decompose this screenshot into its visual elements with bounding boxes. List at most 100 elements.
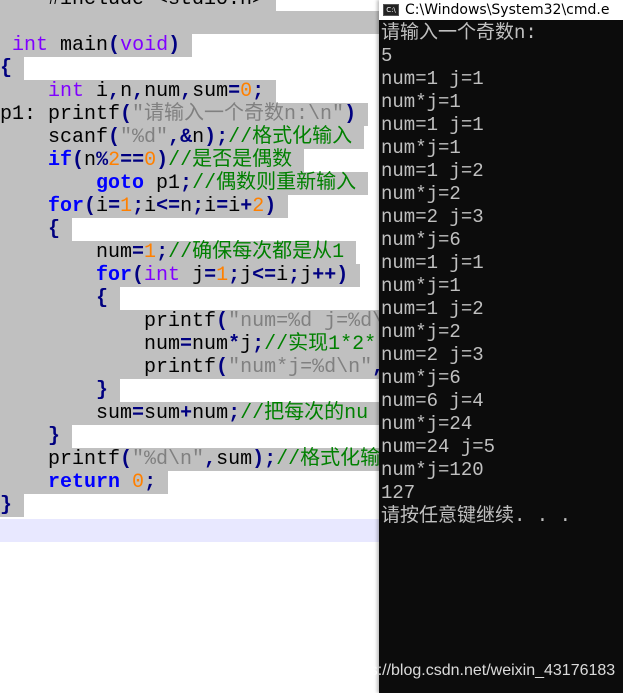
code-token-num: 1 xyxy=(144,241,157,264)
code-token-kw: for xyxy=(96,264,133,287)
code-token-op: , xyxy=(108,80,121,103)
code-token-type: void xyxy=(120,34,169,57)
code-token-num: 2 xyxy=(108,149,121,172)
code-token-op: ; xyxy=(288,264,301,287)
selection-highlight: #include <stdio.h> xyxy=(0,0,277,11)
console-line: num*j=120 xyxy=(381,459,484,481)
code-token-op: { xyxy=(0,57,13,80)
code-token-op: ( xyxy=(108,34,121,57)
selection-highlight: int main(void) xyxy=(0,34,193,57)
code-token-cmt: //实现1*2* xyxy=(264,333,377,356)
code-token-op: ( xyxy=(120,103,133,126)
selection-highlight: if(n%2==0)//是否是偶数 xyxy=(0,149,305,172)
console-line: num=1 j=2 xyxy=(381,298,484,320)
code-token-op: ; xyxy=(192,195,205,218)
code-token-str: "请输入一个奇数n:\n" xyxy=(132,103,345,126)
code-token-plain: i xyxy=(228,195,241,218)
selection-highlight: sum=sum+num;//把每次的nu xyxy=(0,402,381,425)
code-token-op: ( xyxy=(108,126,121,149)
console-line: 请输入一个奇数n: xyxy=(381,22,537,44)
code-token-op: <= xyxy=(156,195,181,218)
console-title: C:\Windows\System32\cmd.e xyxy=(405,2,610,18)
code-token-op: ; xyxy=(228,402,241,425)
code-token-type: int xyxy=(12,34,49,57)
code-token-op: = xyxy=(204,264,217,287)
code-token-kw: for xyxy=(48,195,85,218)
code-token-op: ; xyxy=(156,241,169,264)
console-line: num=24 j=5 xyxy=(381,436,496,458)
cmd-icon: C:\ xyxy=(383,4,399,16)
console-line: num=2 j=3 xyxy=(381,206,484,228)
code-token-plain: n xyxy=(84,149,97,172)
code-token-op: ++) xyxy=(312,264,349,287)
selection-highlight: for(int j=1;j<=i;j++) xyxy=(0,264,361,287)
code-token-op: } xyxy=(0,494,13,517)
code-token-op: { xyxy=(96,287,109,310)
selection-highlight: for(i=1;i<=n;i=i+2) xyxy=(0,195,289,218)
selection-highlight: int i,n,num,sum=0; xyxy=(0,80,277,103)
code-token-plain: n xyxy=(120,80,133,103)
code-token-op: } xyxy=(96,379,109,402)
code-token-kw: goto xyxy=(96,172,145,195)
code-token-op: % xyxy=(96,149,109,172)
code-token-plain: j xyxy=(240,264,253,287)
code-token-num: 0 xyxy=(240,80,253,103)
code-token-op: ) xyxy=(264,195,277,218)
code-token-op: ,& xyxy=(168,126,193,149)
selection-highlight: } xyxy=(0,425,73,448)
selection-highlight: } xyxy=(0,494,25,517)
code-token-op: ( xyxy=(216,356,229,379)
console-line: num*j=1 xyxy=(381,137,461,159)
code-token-op: ; xyxy=(252,80,265,103)
code-token-plain: sum xyxy=(0,402,133,425)
console-line: num*j=2 xyxy=(381,321,461,343)
code-token-op: = xyxy=(180,333,193,356)
code-token-plain: main xyxy=(48,34,109,57)
code-token-kw: if xyxy=(48,149,73,172)
console-line: 请按任意键继续. . . xyxy=(381,505,572,527)
code-token-op: ; xyxy=(252,333,265,356)
selection-highlight: { xyxy=(0,57,25,80)
code-token-plain: i xyxy=(204,195,217,218)
code-token-cmt: //把每次的nu xyxy=(240,402,369,425)
code-token-op: } xyxy=(48,425,61,448)
console-line: num*j=2 xyxy=(381,183,461,205)
code-token-op: * xyxy=(228,333,241,356)
console-title-bar[interactable]: C:\ C:\Windows\System32\cmd.e xyxy=(379,0,623,20)
selection-highlight: printf("num*j=%d\n", xyxy=(0,356,397,379)
code-token-cmt: //格式化输入 xyxy=(228,126,353,149)
selection-highlight: scanf("%d",&n);//格式化输入 xyxy=(0,126,365,149)
code-token-op: ) xyxy=(168,34,181,57)
code-token-str: "%d\n" xyxy=(132,448,205,471)
code-token-plain: j xyxy=(180,264,205,287)
code-token-op: ; xyxy=(132,195,145,218)
code-token-op: , xyxy=(180,80,193,103)
code-token-op: ( xyxy=(84,195,97,218)
selection-highlight: num=1;//确保每次都是从1 xyxy=(0,241,357,264)
console-line: num=1 j=1 xyxy=(381,114,484,136)
code-token-cmt: //是否是偶数 xyxy=(168,149,293,172)
code-token-op: + xyxy=(180,402,193,425)
code-token-plain: i xyxy=(96,195,109,218)
code-token-cmt: //偶数则重新输入 xyxy=(192,172,357,195)
console-line: num=1 j=1 xyxy=(381,68,484,90)
console-window[interactable]: C:\ C:\Windows\System32\cmd.e 请输入一个奇数n: 5… xyxy=(379,0,623,693)
code-token-plain: printf xyxy=(0,448,121,471)
code-token-op: = xyxy=(108,195,121,218)
code-token-op: + xyxy=(240,195,253,218)
code-token-plain: printf xyxy=(0,356,217,379)
code-token-plain: num xyxy=(0,333,181,356)
code-token-plain: num xyxy=(192,333,229,356)
code-token-str: "num*j=%d\n" xyxy=(228,356,373,379)
console-line: 127 xyxy=(381,482,416,504)
selection-highlight: printf("num=%d j=%d\ xyxy=(0,310,397,333)
code-token-cmt: //格式化输 xyxy=(276,448,381,471)
selection-highlight: { xyxy=(0,287,121,310)
watermark: https://blog.csdn.net/weixin_43176183 xyxy=(343,662,616,679)
